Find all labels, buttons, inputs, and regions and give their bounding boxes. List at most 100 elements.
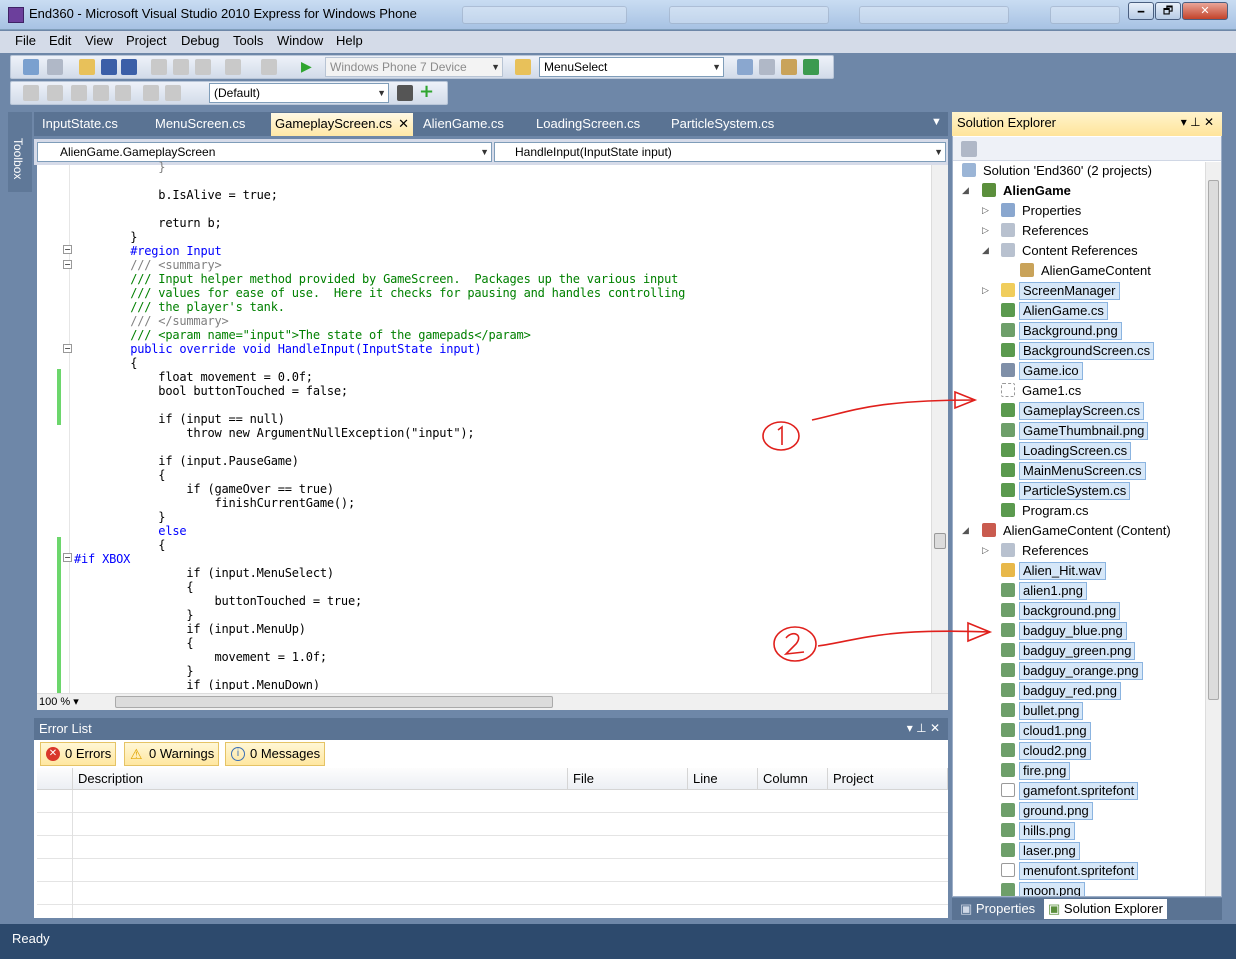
tree-file-program[interactable]: Program.cs: [1001, 502, 1091, 520]
menu-window[interactable]: Window: [277, 33, 323, 48]
tab-particlesystem[interactable]: ParticleSystem.cs: [667, 113, 778, 136]
expand-toggle[interactable]: ▷: [982, 286, 989, 296]
copy-icon[interactable]: [173, 59, 189, 75]
tree-file[interactable]: bullet.png: [1001, 702, 1084, 720]
tree-folder-screenmanager[interactable]: ScreenManager: [1001, 282, 1120, 300]
tree-file[interactable]: badguy_red.png: [1001, 682, 1121, 700]
menu-tools[interactable]: Tools: [233, 33, 263, 48]
tree-file[interactable]: fire.png: [1001, 762, 1071, 780]
solution-scrollbar[interactable]: [1205, 162, 1221, 896]
start-debug-icon[interactable]: ▶: [301, 59, 317, 75]
tree-file[interactable]: Alien_Hit.wav: [1001, 562, 1106, 580]
close-tab-icon[interactable]: ✕: [398, 116, 409, 131]
menu-project[interactable]: Project: [126, 33, 166, 48]
save-all-icon[interactable]: [121, 59, 137, 75]
tree-content-references[interactable]: Content References: [1001, 242, 1141, 260]
tree-file[interactable]: laser.png: [1001, 842, 1080, 860]
new-project-icon[interactable]: [23, 59, 39, 75]
tab-properties[interactable]: ▣ Properties: [956, 899, 1039, 919]
tree-solution[interactable]: Solution 'End360' (2 projects): [962, 162, 1155, 180]
tree-file-game1[interactable]: Game1.cs: [1001, 382, 1084, 400]
tree-file[interactable]: menufont.spritefont: [1001, 862, 1139, 880]
tree-file[interactable]: Game.ico: [1001, 362, 1083, 380]
tab-loadingscreen[interactable]: LoadingScreen.cs: [532, 113, 644, 136]
tree-file[interactable]: alien1.png: [1001, 582, 1087, 600]
zoom-combo[interactable]: 100 % ▾: [39, 695, 97, 709]
editor-vertical-scrollbar[interactable]: [931, 165, 948, 693]
tree-file[interactable]: badguy_green.png: [1001, 642, 1136, 660]
properties-window-icon[interactable]: [759, 59, 775, 75]
warnings-filter-button[interactable]: ⚠ 0 Warnings: [124, 742, 220, 766]
add-icon[interactable]: +: [419, 83, 435, 101]
column-file[interactable]: File: [568, 768, 688, 790]
menu-file[interactable]: File: [15, 33, 36, 48]
pin-close-icons[interactable]: ▾ ⊥ ✕: [1181, 115, 1214, 129]
tree-file[interactable]: cloud1.png: [1001, 722, 1091, 740]
find-in-files-icon[interactable]: [515, 59, 531, 75]
code-text[interactable]: } b.IsAlive = true; return b; } #region …: [74, 160, 934, 690]
tab-gameplayscreen[interactable]: GameplayScreen.cs ✕: [271, 113, 413, 136]
quick-info-icon[interactable]: [93, 85, 109, 101]
messages-filter-button[interactable]: i 0 Messages: [225, 742, 326, 766]
properties-icon[interactable]: [961, 141, 977, 157]
menu-view[interactable]: View: [85, 33, 113, 48]
close-window-button[interactable]: ✕: [1182, 2, 1228, 20]
tree-file[interactable]: LoadingScreen.cs: [1001, 442, 1132, 460]
tab-inputstate[interactable]: InputState.cs: [38, 113, 122, 136]
parameter-info-icon[interactable]: [71, 85, 87, 101]
column-icon[interactable]: [37, 768, 73, 790]
cut-icon[interactable]: [151, 59, 167, 75]
menu-edit[interactable]: Edit: [49, 33, 71, 48]
open-folder-icon[interactable]: [79, 59, 95, 75]
tree-file[interactable]: moon.png: [1001, 882, 1085, 896]
undo-icon[interactable]: [225, 59, 241, 75]
menu-help[interactable]: Help: [336, 33, 363, 48]
tree-file[interactable]: GameplayScreen.cs: [1001, 402, 1145, 420]
tab-overflow-icon[interactable]: ▼: [927, 113, 946, 136]
member-combo[interactable]: HandleInput(InputState input) ▼: [494, 142, 946, 162]
tab-solution-explorer[interactable]: ▣ Solution Explorer: [1044, 899, 1167, 919]
start-page-icon[interactable]: [803, 59, 819, 75]
outdent-icon[interactable]: [143, 85, 159, 101]
errors-filter-button[interactable]: ✕ 0 Errors: [40, 742, 117, 766]
tree-file[interactable]: BackgroundScreen.cs: [1001, 342, 1155, 360]
expand-toggle[interactable]: ◢: [962, 186, 969, 196]
tree-content-references[interactable]: References: [1001, 542, 1091, 560]
region-fold-toggle[interactable]: −: [63, 245, 72, 254]
device-icon[interactable]: [397, 85, 413, 101]
summary-fold-toggle[interactable]: −: [63, 260, 72, 269]
horizontal-scroll-thumb[interactable]: [115, 696, 553, 708]
pin-close-icons[interactable]: ▾ ⊥ ✕: [907, 721, 940, 735]
target-device-combo[interactable]: Windows Phone 7 Device ▼: [325, 57, 503, 77]
maximize-button[interactable]: 🗗: [1155, 2, 1181, 20]
tree-file[interactable]: MainMenuScreen.cs: [1001, 462, 1146, 480]
save-icon[interactable]: [101, 59, 117, 75]
config-combo[interactable]: (Default) ▼: [209, 83, 389, 103]
expand-toggle[interactable]: ▷: [982, 546, 989, 556]
solution-explorer-icon[interactable]: [737, 59, 753, 75]
tree-project-content[interactable]: AlienGameContent (Content): [982, 522, 1174, 540]
method-fold-toggle[interactable]: −: [63, 344, 72, 353]
tree-file[interactable]: hills.png: [1001, 822, 1075, 840]
expand-toggle[interactable]: ▷: [982, 206, 989, 216]
tree-file[interactable]: gamefont.spritefont: [1001, 782, 1139, 800]
tree-file[interactable]: badguy_blue.png: [1001, 622, 1127, 640]
column-description[interactable]: Description: [73, 768, 568, 790]
tree-file[interactable]: Background.png: [1001, 322, 1122, 340]
expand-toggle[interactable]: ◢: [982, 246, 989, 256]
tree-file[interactable]: background.png: [1001, 602, 1121, 620]
tree-file[interactable]: AlienGame.cs: [1001, 302, 1108, 320]
find-combo[interactable]: MenuSelect ▼: [539, 57, 724, 77]
expand-toggle[interactable]: ◢: [962, 526, 969, 536]
app-icon[interactable]: [8, 7, 24, 23]
scroll-thumb[interactable]: [934, 533, 946, 549]
tree-file[interactable]: badguy_orange.png: [1001, 662, 1143, 680]
tree-file[interactable]: GameThumbnail.png: [1001, 422, 1149, 440]
comment-icon[interactable]: [23, 85, 39, 101]
menu-debug[interactable]: Debug: [181, 33, 219, 48]
type-combo[interactable]: AlienGame.GameplayScreen ▼: [37, 142, 492, 162]
scroll-thumb[interactable]: [1208, 180, 1219, 700]
tree-file[interactable]: ParticleSystem.cs: [1001, 482, 1131, 500]
tree-file[interactable]: ground.png: [1001, 802, 1093, 820]
tree-aliengamecontent-ref[interactable]: AlienGameContent: [1020, 262, 1154, 280]
